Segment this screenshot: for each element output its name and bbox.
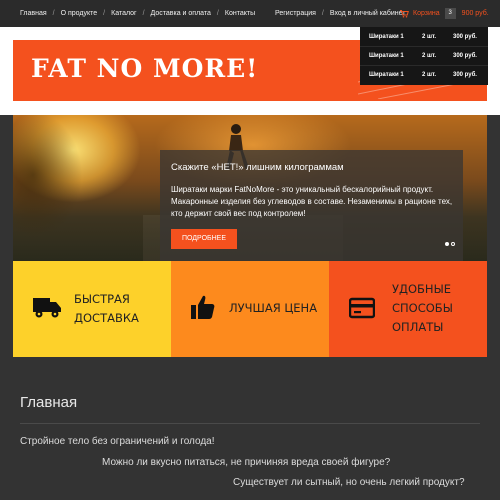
nav-about-link[interactable]: О продукте bbox=[61, 10, 98, 17]
shopping-cart-icon bbox=[400, 9, 409, 18]
feature-label-line: ЛУЧШАЯ ЦЕНА bbox=[229, 301, 318, 315]
nav-separator: / bbox=[142, 10, 145, 17]
truck-icon bbox=[33, 298, 61, 318]
feature-label-line: УДОБНЫЕ bbox=[392, 282, 451, 296]
main-content: Главная Стройное тело без ограничений и … bbox=[0, 357, 500, 500]
feature-label: УДОБНЫЕ СПОСОБЫ ОПЛАТЫ bbox=[392, 280, 453, 337]
thumbs-up-icon bbox=[191, 295, 215, 319]
feature-fast-delivery[interactable]: БЫСТРАЯ ДОСТАВКА bbox=[13, 261, 171, 357]
cart-item-name: Ширатаки 1 bbox=[369, 53, 404, 59]
cart-item-quantity: 2 шт. bbox=[422, 33, 437, 40]
cart-item[interactable]: Ширатаки 1 2 шт. 300 руб. bbox=[360, 27, 488, 46]
cart-item[interactable]: Ширатаки 1 2 шт. 300 руб. bbox=[360, 65, 488, 84]
feature-label-line: ОПЛАТЫ bbox=[392, 320, 444, 334]
slider-dot[interactable] bbox=[451, 242, 455, 246]
features-row: БЫСТРАЯ ДОСТАВКА ЛУЧШАЯ ЦЕНА УДОБНЫЕ СПО… bbox=[13, 261, 487, 357]
auth-links: Регистрация / Вход в личный кабинет bbox=[275, 0, 405, 27]
nav-separator: / bbox=[103, 10, 106, 17]
hero-description: Ширатаки марки FatNoMore - это уникальны… bbox=[171, 185, 453, 218]
credit-card-icon bbox=[349, 297, 375, 319]
feature-label: БЫСТРАЯ ДОСТАВКА bbox=[74, 290, 139, 328]
nav-separator: / bbox=[52, 10, 55, 17]
content-text: Можно ли вкусно питаться, не причиняя вр… bbox=[102, 457, 391, 468]
feature-label-line: СПОСОБЫ bbox=[392, 301, 453, 315]
cart-label: Корзина bbox=[413, 10, 440, 17]
content-text: Стройное тело без ограничений и голода! bbox=[20, 436, 215, 447]
logo: FAT NO MORE! bbox=[31, 54, 259, 83]
divider bbox=[20, 423, 480, 424]
register-link[interactable]: Регистрация bbox=[275, 10, 316, 17]
nav-separator: / bbox=[216, 10, 219, 17]
cart-total: 900 руб. bbox=[461, 10, 489, 17]
slider-dot-active[interactable] bbox=[445, 242, 449, 246]
cart-item-price: 300 руб. bbox=[453, 72, 477, 78]
feature-label-line: ДОСТАВКА bbox=[74, 311, 139, 325]
feature-payment-methods[interactable]: УДОБНЫЕ СПОСОБЫ ОПЛАТЫ bbox=[329, 261, 487, 357]
cart-item-quantity: 2 шт. bbox=[422, 72, 437, 78]
cart-item-price: 300 руб. bbox=[453, 53, 477, 59]
nav-home-link[interactable]: Главная bbox=[20, 10, 47, 17]
nav-contacts-link[interactable]: Контакты bbox=[225, 10, 255, 17]
feature-label: ЛУЧШАЯ ЦЕНА bbox=[229, 299, 317, 318]
feature-label-line: БЫСТРАЯ bbox=[74, 292, 130, 306]
cart-item[interactable]: Ширатаки 1 2 шт. 300 руб. bbox=[360, 46, 488, 65]
hero-caption-panel: Скажите «НЕТ!» лишним килограммам Ширата… bbox=[160, 150, 463, 261]
hero-slider: Скажите «НЕТ!» лишним килограммам Ширата… bbox=[13, 115, 487, 261]
hero-tree-shadow bbox=[13, 115, 133, 261]
cart-count-badge: 3 bbox=[444, 8, 456, 19]
hero-title: Скажите «НЕТ!» лишним килограммам bbox=[171, 162, 344, 173]
cart-item-name: Ширатаки 1 bbox=[369, 72, 404, 78]
nav-delivery-link[interactable]: Доставка и оплата bbox=[151, 10, 211, 17]
login-link[interactable]: Вход в личный кабинет bbox=[330, 10, 406, 17]
nav-catalog-link[interactable]: Каталог bbox=[111, 10, 136, 17]
content-text: Существует ли сытный, но очень легкий пр… bbox=[233, 477, 465, 488]
feature-best-price[interactable]: ЛУЧШАЯ ЦЕНА bbox=[171, 261, 329, 357]
page-title: Главная bbox=[20, 394, 78, 411]
auth-separator: / bbox=[321, 10, 324, 17]
slider-dots bbox=[445, 242, 455, 246]
cart-item-price: 300 руб. bbox=[453, 33, 477, 40]
cart-button[interactable]: Корзина 3 900 руб. bbox=[400, 0, 489, 27]
cart-dropdown: Ширатаки 1 2 шт. 300 руб. Ширатаки 1 2 ш… bbox=[360, 27, 488, 85]
more-button[interactable]: ПОДРОБНЕЕ bbox=[171, 229, 237, 249]
main-nav: Главная / О продукте / Каталог / Доставк… bbox=[20, 0, 255, 27]
cart-item-name: Ширатаки 1 bbox=[369, 33, 404, 40]
top-navigation-bar: Главная / О продукте / Каталог / Доставк… bbox=[0, 0, 500, 27]
cart-item-quantity: 2 шт. bbox=[422, 53, 437, 59]
